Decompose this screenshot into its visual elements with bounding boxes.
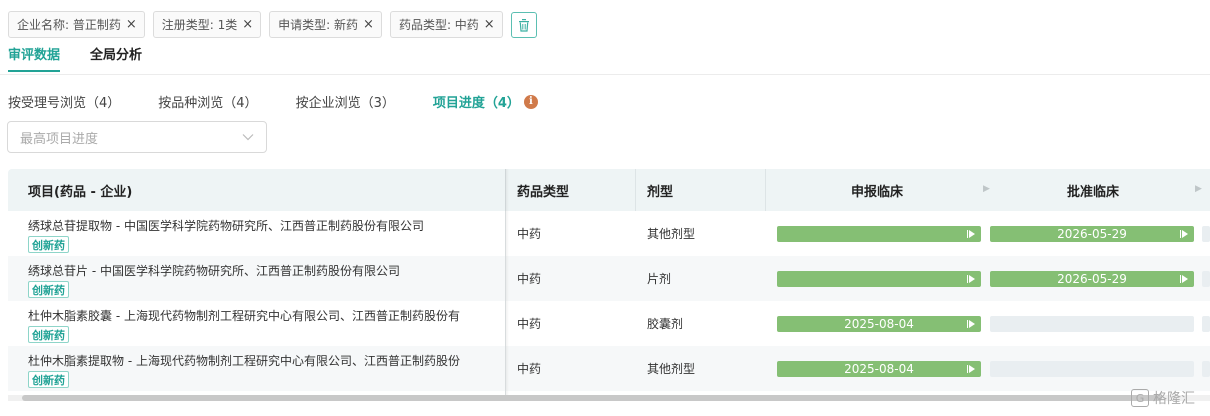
header-divider (765, 169, 766, 211)
trash-icon (518, 18, 529, 32)
dosage-form-cell: 其他剂型 (647, 362, 696, 376)
stage-end-icon (967, 318, 975, 330)
stage-apply-clinical-bar: 2025-08-04 (777, 316, 981, 332)
close-icon[interactable]: × (363, 18, 374, 31)
tab-review-data[interactable]: 审评数据 (8, 44, 61, 72)
project-name[interactable]: 绣球总苷片 - 中国医学科学院药物研究所、江西普正制药股份有限公司 (28, 262, 486, 279)
stage-date: 2025-08-04 (844, 362, 914, 376)
stage-end-icon (967, 363, 975, 375)
table-row[interactable]: 绣球总苷提取物 - 中国医学科学院药物研究所、江西普正制药股份有限公司 创新药 … (8, 211, 1210, 256)
innovative-drug-badge: 创新药 (28, 371, 69, 388)
next-stage-bar (1202, 271, 1210, 287)
watermark: G 格隆汇 (1131, 388, 1195, 408)
stage-arrow-icon: ▶ (983, 184, 990, 194)
stage-end-icon (967, 273, 975, 285)
stage-apply-clinical-bar (777, 271, 981, 287)
gelonghui-logo-icon: G (1131, 389, 1149, 407)
tab-by-variety[interactable]: 按品种浏览（4） (158, 92, 257, 111)
tab-global-analysis[interactable]: 全局分析 (90, 44, 142, 72)
filter-chip-drug-type[interactable]: 药品类型: 中药 × (389, 11, 503, 38)
stage-end-icon (1180, 273, 1188, 285)
stage-date: 2026-05-29 (1057, 272, 1127, 286)
stage-end-icon (1180, 228, 1188, 240)
stage-end-icon (967, 228, 975, 240)
stage-approve-clinical-bar (990, 316, 1194, 332)
watermark-text: 格隆汇 (1153, 391, 1195, 407)
stage-apply-clinical-bar (777, 226, 981, 242)
tab-by-acceptance-number[interactable]: 按受理号浏览（4） (8, 92, 120, 111)
close-icon[interactable]: × (126, 18, 137, 31)
select-placeholder: 最高项目进度 (20, 131, 99, 147)
header-stage-apply-clinical: 申报临床 (851, 184, 904, 200)
innovative-drug-badge: 创新药 (28, 236, 69, 253)
horizontal-scrollbar-thumb[interactable] (22, 395, 1162, 401)
stage-date: 2026-05-29 (1057, 227, 1127, 241)
next-stage-bar (1202, 316, 1210, 332)
drug-type-cell: 中药 (517, 317, 542, 331)
stage-arrow-icon: ▶ (1195, 184, 1202, 194)
project-progress-table: 项目(药品 - 企业) 药品类型 剂型 申报临床 ▶ 批准临床 ▶ 绣球总苷提取… (8, 169, 1210, 395)
project-name[interactable]: 绣球总苷提取物 - 中国医学科学院药物研究所、江西普正制药股份有限公司 (28, 217, 486, 234)
filter-chip-label: 注册类型: 1类 (161, 18, 238, 32)
header-dosage-form: 剂型 (647, 184, 674, 200)
progress-select[interactable]: 最高项目进度 (7, 121, 267, 153)
stage-approve-clinical-bar: 2026-05-29 (990, 226, 1194, 242)
header-project: 项目(药品 - 企业) (28, 184, 133, 200)
header-divider (635, 169, 636, 211)
table-row[interactable]: 杜仲木脂素胶囊 - 上海现代药物制剂工程研究中心有限公司、江西普正制药股份有 创… (8, 301, 1210, 346)
next-stage-bar (1202, 226, 1210, 242)
clear-filters-button[interactable] (510, 11, 537, 38)
tab-label: 项目进度（4） (432, 96, 520, 111)
filter-chip-company[interactable]: 企业名称: 普正制药 × (8, 11, 145, 38)
close-icon[interactable]: × (242, 18, 253, 31)
next-stage-bar (1202, 361, 1210, 377)
tab-divider (0, 74, 1210, 75)
dosage-form-cell: 其他剂型 (647, 227, 696, 241)
stage-approve-clinical-bar (990, 361, 1194, 377)
dosage-form-cell: 胶囊剂 (647, 317, 684, 331)
header-stage-approve-clinical: 批准临床 (1067, 184, 1120, 200)
innovative-drug-badge: 创新药 (28, 326, 69, 343)
dosage-form-cell: 片剂 (647, 272, 672, 286)
tab-project-progress[interactable]: 项目进度（4） i (433, 92, 538, 111)
tab-by-company[interactable]: 按企业浏览（3） (296, 92, 395, 111)
filter-chip-label: 药品类型: 中药 (398, 18, 479, 32)
main-tabs: 审评数据 全局分析 (8, 44, 142, 72)
table-header: 项目(药品 - 企业) 药品类型 剂型 申报临床 ▶ 批准临床 ▶ (8, 169, 1210, 211)
fixed-column-shadow (505, 169, 509, 395)
stage-apply-clinical-bar: 2025-08-04 (777, 361, 981, 377)
stage-date: 2025-08-04 (844, 317, 914, 331)
filter-chip-label: 企业名称: 普正制药 (17, 18, 121, 32)
drug-type-cell: 中药 (517, 362, 542, 376)
innovative-drug-badge: 创新药 (28, 281, 69, 298)
table-row[interactable]: 绣球总苷片 - 中国医学科学院药物研究所、江西普正制药股份有限公司 创新药 中药… (8, 256, 1210, 301)
info-icon[interactable]: i (523, 94, 538, 109)
table-row[interactable]: 杜仲木脂素提取物 - 上海现代药物制剂工程研究中心有限公司、江西普正制药股份 创… (8, 346, 1210, 391)
close-icon[interactable]: × (484, 18, 495, 31)
chevron-down-icon (242, 134, 254, 141)
header-drug-type: 药品类型 (517, 184, 570, 200)
drug-type-cell: 中药 (517, 272, 542, 286)
project-name[interactable]: 杜仲木脂素胶囊 - 上海现代药物制剂工程研究中心有限公司、江西普正制药股份有 (28, 307, 486, 324)
stage-approve-clinical-bar: 2026-05-29 (990, 271, 1194, 287)
filter-chip-application-type[interactable]: 申请类型: 新药 × (269, 11, 382, 38)
drug-type-cell: 中药 (517, 227, 542, 241)
filter-chips: 企业名称: 普正制药 × 注册类型: 1类 × 申请类型: 新药 × 药品类型:… (8, 11, 537, 38)
sub-tabs: 按受理号浏览（4） 按品种浏览（4） 按企业浏览（3） 项目进度（4） i (8, 92, 576, 111)
filter-chip-label: 申请类型: 新药 (278, 18, 359, 32)
filter-chip-registration-type[interactable]: 注册类型: 1类 × (152, 11, 262, 38)
project-name[interactable]: 杜仲木脂素提取物 - 上海现代药物制剂工程研究中心有限公司、江西普正制药股份 (28, 352, 486, 369)
